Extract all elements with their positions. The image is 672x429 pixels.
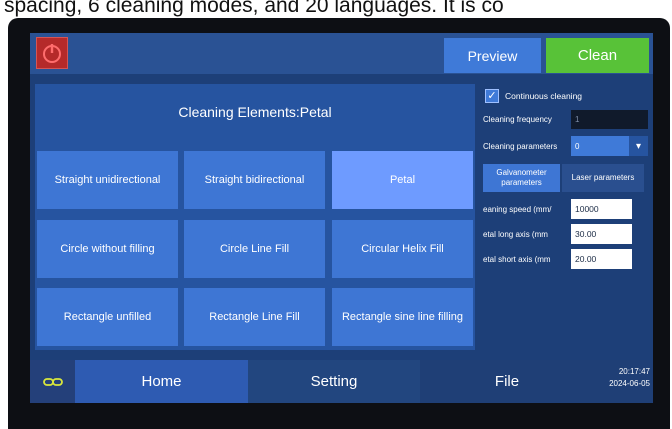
tab-file[interactable]: File: [420, 360, 594, 403]
cleaning-parameters-label: Cleaning parameters: [483, 142, 558, 151]
power-button[interactable]: [36, 37, 68, 69]
top-bar: Preview Clean: [30, 33, 653, 74]
cleaning-frequency-label: Cleaning frequency: [483, 115, 552, 124]
cleaning-parameters-value: 0: [575, 141, 580, 151]
clean-button[interactable]: Clean: [546, 38, 649, 73]
petal-short-axis-input[interactable]: 20.00: [571, 249, 632, 269]
petal-long-axis-label: etal long axis (mm: [483, 230, 548, 239]
power-icon: [43, 44, 61, 63]
cleaning-elements-panel: Cleaning Elements:Petal Straight unidire…: [35, 84, 475, 350]
cleaning-frequency-input[interactable]: 1: [571, 110, 648, 129]
petal-long-axis-input[interactable]: 30.00: [571, 224, 632, 244]
cleaning-elements-title: Cleaning Elements:Petal: [178, 104, 332, 120]
mode-circle-line-fill[interactable]: Circle Line Fill: [184, 220, 325, 278]
cleaning-parameters-select[interactable]: 0: [571, 136, 629, 156]
checkbox-checked-icon[interactable]: ✓: [485, 89, 499, 103]
mode-rectangle-unfilled[interactable]: Rectangle unfilled: [37, 288, 178, 346]
clock: 20:17:47 2024-06-05: [596, 366, 650, 390]
continuous-cleaning-toggle[interactable]: ✓ Continuous cleaning: [485, 88, 582, 104]
mode-petal[interactable]: Petal: [332, 151, 473, 209]
clock-time: 20:17:47: [618, 367, 650, 376]
caption-text: spacing, 6 cleaning modes, and 20 langua…: [4, 0, 504, 17]
clock-date: 2024-06-05: [609, 379, 650, 388]
cleaning-speed-label: eaning speed (mm/: [483, 205, 552, 214]
mode-rectangle-sine-line-filling[interactable]: Rectangle sine line filling: [332, 288, 473, 346]
tab-setting[interactable]: Setting: [248, 360, 420, 403]
link-icon: [42, 377, 63, 386]
mode-straight-bidirectional[interactable]: Straight bidirectional: [184, 151, 325, 209]
settings-panel: ✓ Continuous cleaning Cleaning frequency…: [479, 84, 651, 350]
link-button[interactable]: [30, 360, 75, 403]
mode-circular-helix-fill[interactable]: Circular Helix Fill: [332, 220, 473, 278]
petal-short-axis-label: etal short axis (mm: [483, 255, 551, 264]
chevron-down-icon[interactable]: ▾: [629, 136, 648, 156]
mode-straight-unidirectional[interactable]: Straight unidirectional: [37, 151, 178, 209]
tab-galvanometer-parameters[interactable]: Galvanometer parameters: [483, 164, 560, 192]
continuous-cleaning-label: Continuous cleaning: [505, 91, 583, 101]
cleaning-speed-input[interactable]: 10000: [571, 199, 632, 219]
preview-button[interactable]: Preview: [444, 38, 541, 73]
bottom-nav: Home Setting File 20:17:47 2024-06-05: [30, 360, 653, 403]
mode-rectangle-line-fill[interactable]: Rectangle Line Fill: [184, 288, 325, 346]
touch-screen: Preview Clean Cleaning Elements:Petal St…: [30, 33, 653, 403]
tab-home[interactable]: Home: [75, 360, 248, 403]
mode-circle-without-filling[interactable]: Circle without filling: [37, 220, 178, 278]
tab-laser-parameters[interactable]: Laser parameters: [562, 164, 644, 192]
